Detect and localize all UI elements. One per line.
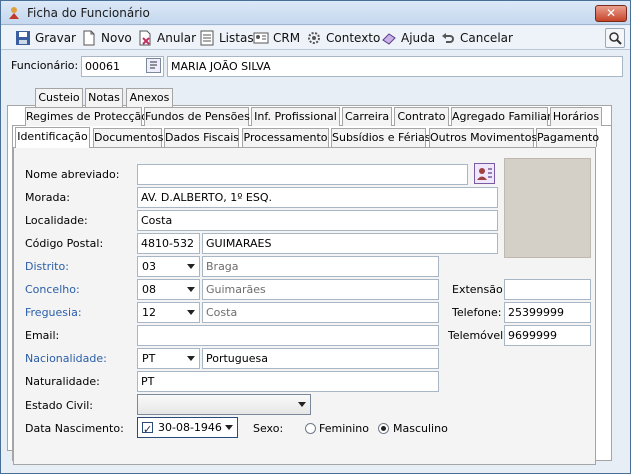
tab-dados-fiscais[interactable]: Dados Fiscais: [164, 128, 239, 147]
lookup-icon: [150, 61, 157, 69]
concelho-name-field: Guimarães: [202, 279, 439, 300]
listas-button[interactable]: Listas: [199, 29, 254, 47]
crm-label: CRM: [273, 31, 301, 45]
distrito-code: 03: [142, 260, 156, 273]
ajuda-label: Ajuda: [401, 31, 436, 45]
tab-anexos[interactable]: Anexos: [126, 88, 173, 107]
tab-inf-profissional[interactable]: Inf. Profissional: [251, 107, 340, 126]
nome-abreviado-field[interactable]: [137, 164, 468, 185]
tab-regimes-proteccao[interactable]: Regimes de Protecção: [25, 107, 148, 126]
tab-pagamento[interactable]: Pagamento: [536, 128, 599, 147]
novo-button[interactable]: Novo: [81, 29, 132, 47]
chevron-down-icon: [187, 264, 195, 269]
novo-label: Novo: [101, 31, 132, 45]
tab-contrato[interactable]: Contrato: [394, 107, 449, 126]
close-button[interactable]: ✕: [595, 5, 627, 22]
chevron-down-icon: [187, 310, 195, 315]
cancelar-button[interactable]: Cancelar: [440, 29, 513, 47]
employee-name-field[interactable]: MARIA JOÃO SILVA: [167, 56, 623, 77]
naturalidade-field[interactable]: PT: [137, 371, 439, 392]
tab-identificacao[interactable]: Identificação: [15, 127, 90, 148]
gravar-label: Gravar: [35, 31, 76, 45]
tab-fundos-pensoes[interactable]: Fundos de Pensões: [144, 107, 250, 126]
estado-civil-select[interactable]: [137, 394, 311, 415]
new-document-icon: [83, 30, 95, 46]
sexo-masculino-radio[interactable]: [378, 423, 389, 434]
chevron-down-icon: [298, 402, 306, 407]
cancel-document-icon: [139, 30, 151, 46]
email-field[interactable]: [137, 325, 439, 346]
gear-icon: [308, 32, 320, 44]
search-icon: [609, 32, 622, 45]
tab-outros-movimentos[interactable]: Outros Movimentos: [429, 128, 537, 147]
tab-carreira[interactable]: Carreira: [342, 107, 392, 126]
freguesia-select[interactable]: 12: [137, 302, 200, 323]
ajuda-button[interactable]: Ajuda: [381, 29, 435, 47]
window-title: Ficha do Funcionário: [27, 6, 150, 20]
anular-button[interactable]: Anular: [137, 29, 196, 47]
save-icon: [16, 31, 30, 45]
contexto-label: Contexto: [326, 31, 381, 45]
contexto-button[interactable]: Contexto: [306, 29, 380, 47]
help-book-icon: [382, 33, 396, 45]
id-card-icon: [477, 168, 492, 180]
chevron-down-icon: [187, 356, 195, 361]
telefone-field[interactable]: 25399999: [504, 302, 591, 323]
tab-horarios[interactable]: Horários: [550, 107, 602, 126]
employee-window: Ficha do Funcionário ✕ Gravar Novo Anula…: [0, 0, 631, 474]
app-icon: [9, 7, 19, 19]
codigo-postal-city-field[interactable]: GUIMARAES: [202, 233, 498, 254]
freguesia-code: 12: [142, 306, 156, 319]
morada-field[interactable]: AV. D.ALBERTO, 1º ESQ.: [137, 187, 498, 208]
listas-label: Listas: [219, 31, 254, 45]
tab-documentos[interactable]: Documentos: [93, 128, 163, 147]
tab-notas[interactable]: Notas: [85, 88, 123, 107]
concelho-code: 08: [142, 283, 156, 296]
tab-custeio[interactable]: Custeio: [35, 88, 83, 107]
undo-icon: [442, 33, 454, 43]
employee-label: Funcionário:: [11, 59, 79, 72]
nacionalidade-code: PT: [142, 352, 156, 365]
id-card-button[interactable]: [474, 163, 495, 184]
gravar-button[interactable]: Gravar: [15, 29, 76, 47]
localidade-field[interactable]: Costa: [137, 210, 498, 231]
anular-label: Anular: [157, 31, 197, 45]
sexo-feminino-radio[interactable]: [305, 423, 316, 434]
employee-header: Funcionário: 00061 MARIA JOÃO SILVA: [1, 51, 630, 81]
concelho-select[interactable]: 08: [137, 279, 200, 300]
data-nascimento-checkbox[interactable]: [142, 420, 153, 439]
data-nascimento-value: 30-08-1946: [158, 421, 222, 434]
chevron-down-icon: [225, 425, 233, 430]
crm-button[interactable]: CRM: [253, 29, 300, 47]
distrito-select[interactable]: 03: [137, 256, 200, 277]
codigo-postal-field[interactable]: 4810-532: [137, 233, 200, 254]
employee-lookup-button[interactable]: [146, 58, 161, 73]
data-nascimento-picker[interactable]: 30-08-1946: [137, 417, 238, 439]
cancelar-label: Cancelar: [460, 31, 513, 45]
title-bar: Ficha do Funcionário ✕: [1, 1, 630, 25]
search-button[interactable]: [605, 28, 625, 48]
tab-agregado-familiar[interactable]: Agregado Familiar: [451, 107, 552, 126]
chevron-down-icon: [187, 287, 195, 292]
freguesia-name-field: Costa: [202, 302, 439, 323]
nacionalidade-name-field: Portuguesa: [202, 348, 439, 369]
tab-processamento[interactable]: Processamento: [242, 128, 329, 147]
list-icon: [200, 30, 214, 46]
toolbar: Gravar Novo Anular Listas CRM Contexto A…: [1, 26, 630, 50]
tab-subsidios-ferias[interactable]: Subsídios e Férias: [331, 128, 431, 147]
distrito-name-field: Braga: [202, 256, 439, 277]
extensao-field[interactable]: [504, 279, 591, 300]
contact-card-icon: [253, 32, 269, 44]
nacionalidade-select[interactable]: PT: [137, 348, 200, 369]
telemovel-field[interactable]: 9699999: [504, 325, 591, 346]
